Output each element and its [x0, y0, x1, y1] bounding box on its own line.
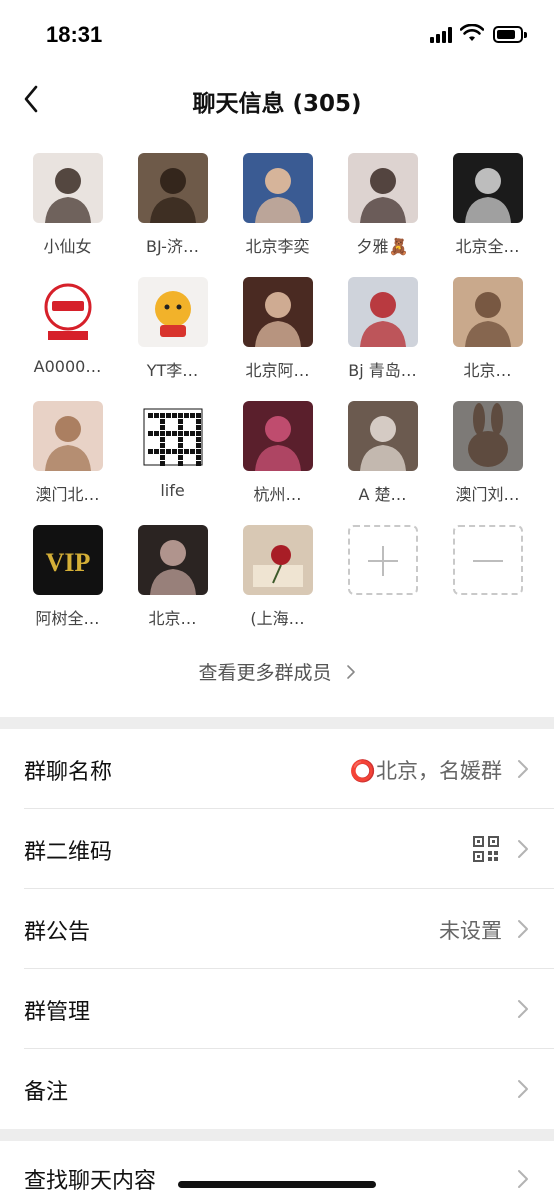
member-name: Bj 青岛… — [348, 361, 417, 380]
member-name: 杭州… — [253, 485, 302, 504]
row-label: 群公告 — [24, 920, 91, 945]
member-avatar[interactable] — [138, 153, 208, 223]
member-item[interactable]: A 楚… — [330, 401, 435, 526]
qr-code-icon — [473, 836, 499, 862]
member-name: (上海… — [250, 609, 305, 628]
member-item[interactable]: 杭州… — [225, 401, 330, 526]
chevron-right-icon — [518, 760, 528, 778]
row-group-management[interactable]: 群管理 — [0, 969, 554, 1049]
member-avatar[interactable] — [243, 153, 313, 223]
section-divider — [0, 1129, 554, 1141]
member-item[interactable]: 北京… — [120, 525, 225, 650]
member-item[interactable]: life — [120, 401, 225, 526]
cellular-signal-icon — [430, 27, 454, 43]
member-avatar[interactable] — [453, 401, 523, 471]
member-avatar[interactable] — [33, 277, 103, 347]
member-name: 北京全… — [455, 237, 520, 256]
member-name: 夕雅🧸 — [356, 237, 409, 256]
member-name: 澳门北… — [35, 485, 100, 504]
member-item[interactable]: 北京阿… — [225, 277, 330, 402]
member-avatar[interactable] — [453, 153, 523, 223]
member-item[interactable]: 澳门北… — [15, 401, 120, 526]
member-item[interactable]: YT李… — [120, 277, 225, 402]
member-avatar[interactable] — [348, 401, 418, 471]
member-item[interactable]: VIP 阿树全… — [15, 525, 120, 650]
member-name: BJ-济… — [146, 237, 199, 256]
chevron-right-icon — [346, 665, 355, 679]
member-name: life — [160, 481, 185, 500]
member-name: 澳门刘… — [455, 485, 520, 504]
row-label: 备注 — [24, 1080, 69, 1105]
row-group-qrcode[interactable]: 群二维码 — [0, 809, 554, 889]
member-item[interactable]: BJ-济… — [120, 153, 225, 278]
member-item[interactable]: 北京李奕 — [225, 153, 330, 278]
member-avatar[interactable] — [33, 153, 103, 223]
row-search-chat[interactable]: 查找聊天内容 — [0, 1141, 554, 1200]
row-remark[interactable]: 备注 — [0, 1049, 554, 1129]
member-name: A0000… — [33, 357, 102, 376]
chevron-right-icon — [518, 920, 528, 938]
nav-header: 聊天信息 (305) — [0, 70, 554, 130]
home-indicator — [178, 1181, 376, 1188]
status-time: 18:31 — [46, 22, 103, 47]
member-avatar[interactable] — [33, 401, 103, 471]
member-name: 北京李奕 — [245, 237, 310, 256]
svg-text:VIP: VIP — [46, 548, 91, 577]
member-name: 北京阿… — [245, 361, 310, 380]
member-name: 阿树全… — [35, 609, 100, 628]
member-item[interactable]: 澳门刘… — [435, 401, 540, 526]
member-name: YT李… — [146, 361, 199, 380]
member-item[interactable]: A0000… — [15, 277, 120, 402]
member-avatar[interactable] — [243, 277, 313, 347]
member-avatar[interactable] — [243, 401, 313, 471]
member-name: 北京… — [148, 609, 197, 628]
member-item[interactable]: 北京全… — [435, 153, 540, 278]
member-avatar[interactable] — [348, 277, 418, 347]
chevron-right-icon — [518, 1080, 528, 1098]
row-group-name[interactable]: 群聊名称 ⭕北京，名媛群 — [0, 729, 554, 809]
member-item[interactable]: 北京… — [435, 277, 540, 402]
section-divider — [0, 717, 554, 729]
chevron-right-icon — [518, 1000, 528, 1018]
minus-icon[interactable] — [453, 525, 523, 595]
member-name: 北京… — [463, 361, 512, 380]
remove-member-button[interactable] — [435, 525, 540, 650]
row-label: 群管理 — [24, 1000, 91, 1025]
member-name: 小仙女 — [43, 237, 92, 256]
announcement-value: 未设置 — [439, 919, 502, 943]
member-item[interactable]: 小仙女 — [15, 153, 120, 278]
status-bar: 18:31 — [0, 0, 554, 70]
member-avatar[interactable] — [138, 277, 208, 347]
row-label: 群二维码 — [24, 840, 113, 865]
group-name-value: ⭕北京，名媛群 — [349, 759, 502, 783]
member-avatar[interactable] — [138, 401, 208, 471]
row-group-announcement[interactable]: 群公告 未设置 — [0, 889, 554, 969]
row-label: 群聊名称 — [24, 760, 113, 785]
wifi-icon — [460, 24, 484, 41]
member-avatar[interactable] — [243, 525, 313, 595]
view-more-members-link[interactable]: 查看更多群成员 — [0, 658, 554, 685]
member-avatar[interactable]: VIP — [33, 525, 103, 595]
chevron-right-icon — [518, 1170, 528, 1188]
member-item[interactable]: (上海… — [225, 525, 330, 650]
plus-icon[interactable] — [348, 525, 418, 595]
member-name: A 楚… — [358, 485, 407, 504]
member-item[interactable]: 夕雅🧸 — [330, 153, 435, 278]
member-avatar[interactable] — [348, 153, 418, 223]
member-item[interactable]: Bj 青岛… — [330, 277, 435, 402]
page-title: 聊天信息 (305) — [192, 91, 362, 117]
chevron-right-icon — [518, 840, 528, 858]
row-label: 查找聊天内容 — [24, 1169, 157, 1194]
battery-icon — [493, 26, 527, 43]
member-avatar[interactable] — [453, 277, 523, 347]
member-avatar[interactable] — [138, 525, 208, 595]
view-more-members-label: 查看更多群成员 — [198, 662, 332, 684]
add-member-button[interactable] — [330, 525, 435, 650]
